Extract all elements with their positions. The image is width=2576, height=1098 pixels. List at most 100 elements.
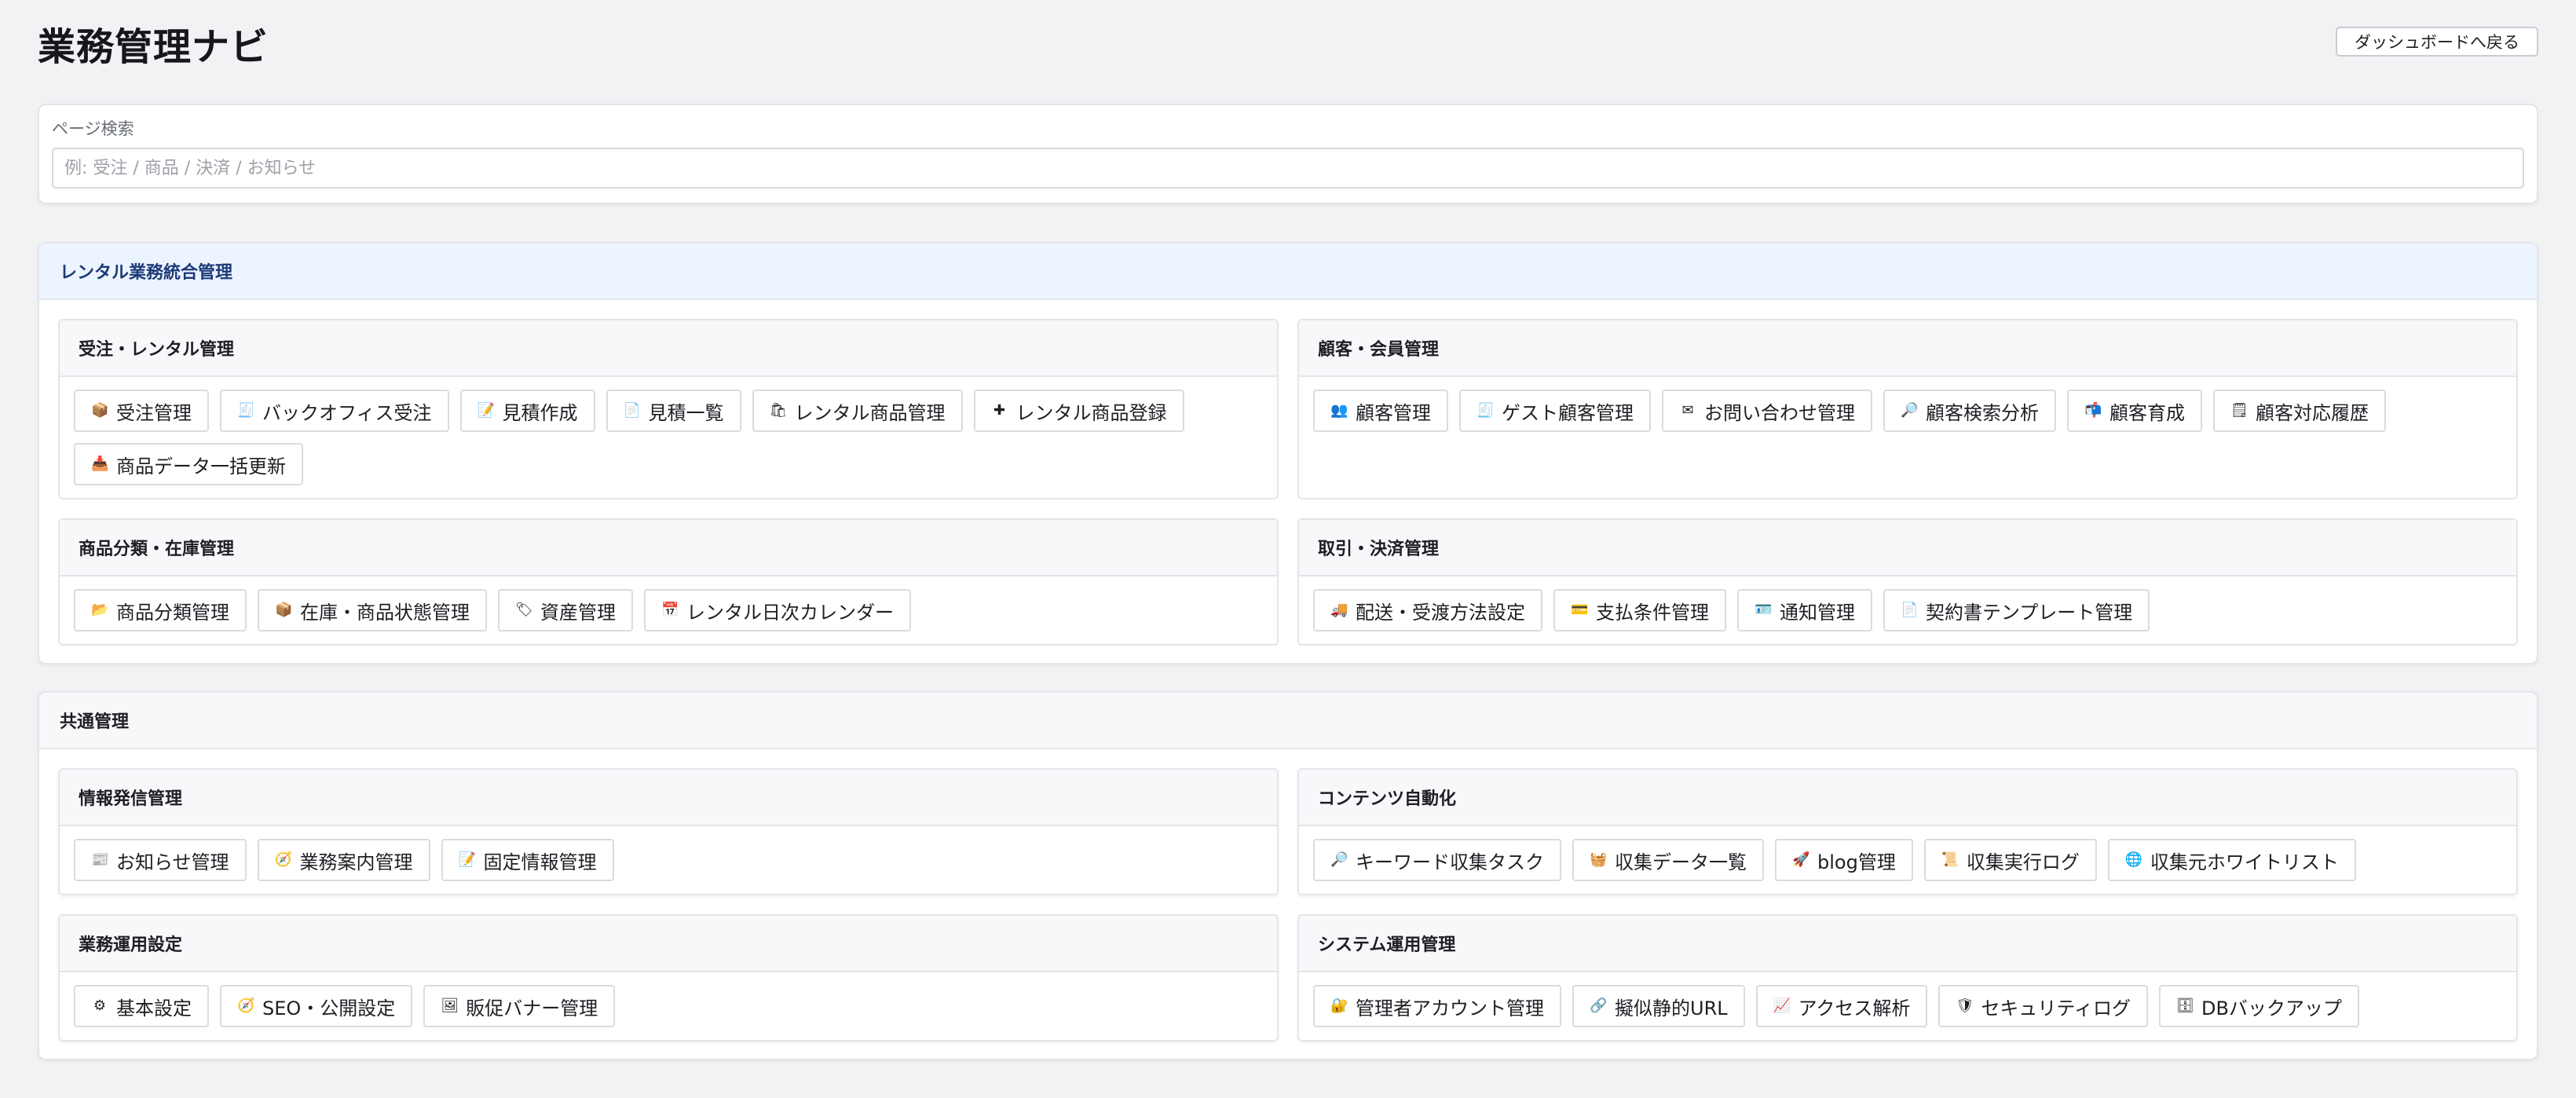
- nav-link-label: 顧客育成: [2109, 401, 2185, 424]
- magnifier-icon: 🔎: [1901, 402, 1919, 419]
- nav-link-label: 見積一覧: [648, 401, 724, 424]
- nav-link-label: バックオフィス受注: [262, 401, 432, 424]
- nav-link-button[interactable]: 🪪 通知管理: [1737, 589, 1872, 631]
- shopping-bag-icon: 🛍: [769, 402, 788, 419]
- nav-link-label: 収集実行ログ: [1966, 851, 2080, 873]
- nav-sections: レンタル業務統合管理 受注・レンタル管理 📦 受注管理 🧾 バックオフィス受注 📝 見積作成 📄…: [38, 242, 2538, 1060]
- nav-link-button[interactable]: ⚙ 基本設定: [74, 985, 209, 1027]
- nav-link-label: 支払条件管理: [1596, 601, 1709, 624]
- nav-link-button[interactable]: 📂 商品分類管理: [74, 589, 247, 631]
- nav-link-button[interactable]: 🔎 顧客検索分析: [1883, 390, 2056, 432]
- nav-link-button[interactable]: 🔐 管理者アカウント管理: [1313, 985, 1561, 1027]
- section-title: レンタル業務統合管理: [39, 243, 2537, 300]
- nav-link-button[interactable]: 🧭 SEO・公開設定: [220, 985, 413, 1027]
- nav-link-label: 顧客管理: [1356, 401, 1431, 424]
- nav-link-button[interactable]: 🛍 レンタル商品管理: [752, 390, 963, 432]
- nav-link-button[interactable]: 📅 レンタル日次カレンダー: [644, 589, 911, 631]
- nav-link-button[interactable]: 🧺 収集データ一覧: [1572, 839, 1764, 881]
- nav-link-button[interactable]: 🧾 バックオフィス受注: [220, 390, 449, 432]
- nav-link-label: 配送・受渡方法設定: [1356, 601, 1525, 624]
- page: 業務管理ナビ ダッシュボードへ戻る ページ検索 レンタル業務統合管理受注・レンタ…: [0, 0, 2576, 1098]
- group-links: 🔎 キーワード収集タスク 🧺 収集データ一覧 🚀 blog管理 📜 収集実行ログ 🌐 収集元ホワイ…: [1299, 826, 2516, 894]
- nav-link-label: 見積作成: [502, 401, 578, 424]
- nav-link-label: DBバックアップ: [2201, 997, 2342, 1019]
- nav-link-button[interactable]: 🧭 業務案内管理: [257, 839, 430, 881]
- nav-link-label: 販促バナー管理: [466, 997, 598, 1019]
- tag-icon: 🏷: [515, 602, 533, 618]
- document-icon: 📄: [1901, 602, 1919, 618]
- nav-link-button[interactable]: 💳 支払条件管理: [1553, 589, 1726, 631]
- section-body: 情報発信管理 📰 お知らせ管理 🧭 業務案内管理 📝 固定情報管理 コンテンツ自動化 🔎 キーワー…: [39, 749, 2537, 1059]
- group-links: 🔐 管理者アカウント管理 🔗 擬似静的URL 📈 アクセス解析 🛡 セキュリティログ 🗄 DBバッ…: [1299, 972, 2516, 1040]
- nav-link-label: 顧客検索分析: [1926, 401, 2039, 424]
- group-links: 👥 顧客管理 🧾 ゲスト顧客管理 ✉ お問い合わせ管理 🔎 顧客検索分析 📬 顧客育成 🗒 顧客対応履…: [1299, 377, 2516, 445]
- users-icon: 👥: [1330, 402, 1348, 419]
- nav-link-button[interactable]: 🔗 擬似静的URL: [1572, 985, 1745, 1027]
- envelope-icon: ✉: [1681, 402, 1694, 419]
- nav-link-button[interactable]: 🛡 セキュリティログ: [1938, 985, 2148, 1027]
- nav-link-button[interactable]: 👥 顧客管理: [1313, 390, 1448, 432]
- nav-link-label: お知らせ管理: [116, 851, 229, 873]
- nav-link-button[interactable]: 📈 アクセス解析: [1755, 985, 1928, 1027]
- group-links: ⚙ 基本設定 🧭 SEO・公開設定 🖼 販促バナー管理: [60, 972, 1277, 1040]
- id-card-icon: 🪪: [1755, 602, 1773, 618]
- nav-link-button[interactable]: 📬 顧客育成: [2067, 390, 2202, 432]
- gear-icon: ⚙: [93, 997, 107, 1014]
- group-title: 商品分類・在庫管理: [60, 520, 1277, 576]
- truck-icon: 🚚: [1330, 602, 1348, 618]
- group-title: 業務運用設定: [60, 916, 1277, 972]
- group-links: 🚚 配送・受渡方法設定 💳 支払条件管理 🪪 通知管理 📄 契約書テンプレート管理: [1299, 576, 2516, 644]
- nav-link-label: レンタル日次カレンダー: [686, 601, 894, 624]
- nav-link-button[interactable]: ✉ お問い合わせ管理: [1662, 390, 1872, 432]
- menu-group: 受注・レンタル管理 📦 受注管理 🧾 バックオフィス受注 📝 見積作成 📄 見積一覧 🛍 レンタル商…: [58, 319, 1279, 500]
- page-search-card: ページ検索: [38, 104, 2538, 204]
- nav-link-button[interactable]: 🌐 収集元ホワイトリスト: [2107, 839, 2356, 881]
- folder-icon: 📂: [91, 602, 109, 618]
- menu-group: 商品分類・在庫管理 📂 商品分類管理 📦 在庫・商品状態管理 🏷 資産管理 📅 レンタル日次カレ…: [58, 518, 1279, 646]
- search-input[interactable]: [52, 148, 2524, 188]
- nav-link-button[interactable]: 🚀 blog管理: [1775, 839, 1913, 881]
- nav-link-label: 商品データ一括更新: [116, 455, 286, 478]
- calendar-icon: 📅: [661, 602, 679, 618]
- chart-icon: 📈: [1773, 997, 1791, 1014]
- nav-link-button[interactable]: 🗒 顧客対応履歴: [2213, 390, 2386, 432]
- nav-link-button[interactable]: 🔎 キーワード収集タスク: [1313, 839, 1561, 881]
- nav-link-button[interactable]: 🚚 配送・受渡方法設定: [1313, 589, 1542, 631]
- nav-link-label: 擬似静的URL: [1615, 997, 1728, 1019]
- nav-link-button[interactable]: 📜 収集実行ログ: [1923, 839, 2097, 881]
- nav-link-button[interactable]: 🏷 資産管理: [498, 589, 633, 631]
- nav-link-button[interactable]: 📝 固定情報管理: [441, 839, 614, 881]
- picture-icon: 🖼: [441, 997, 459, 1014]
- nav-link-label: お問い合わせ管理: [1704, 401, 1855, 424]
- group-links: 📦 受注管理 🧾 バックオフィス受注 📝 見積作成 📄 見積一覧 🛍 レンタル商品管理 ✚ レンタル商…: [60, 377, 1277, 498]
- nav-link-button[interactable]: 📰 お知らせ管理: [74, 839, 247, 881]
- globe-icon: 🌐: [2124, 851, 2143, 868]
- nav-link-button[interactable]: 🧾 ゲスト顧客管理: [1459, 390, 1651, 432]
- menu-group: システム運用管理 🔐 管理者アカウント管理 🔗 擬似静的URL 📈 アクセス解析 🛡 セキュリテ…: [1297, 914, 2518, 1041]
- nav-link-label: レンタル商品登録: [1015, 401, 1167, 424]
- memo-icon: 📝: [477, 402, 495, 419]
- nav-link-button[interactable]: 🖼 販促バナー管理: [423, 985, 616, 1027]
- nav-link-label: 受注管理: [116, 401, 192, 424]
- group-title: コンテンツ自動化: [1299, 770, 2516, 826]
- nav-link-button[interactable]: 📝 見積作成: [459, 390, 595, 432]
- nav-link-button[interactable]: 📥 商品データ一括更新: [74, 443, 303, 485]
- mailbox-icon: 📬: [2084, 402, 2102, 419]
- nav-link-button[interactable]: ✚ レンタル商品登録: [973, 390, 1184, 432]
- nav-link-label: アクセス解析: [1798, 997, 1911, 1019]
- nav-link-button[interactable]: 📄 契約書テンプレート管理: [1883, 589, 2150, 631]
- memo-icon: 📝: [458, 851, 476, 868]
- menu-group: コンテンツ自動化 🔎 キーワード収集タスク 🧺 収集データ一覧 🚀 blog管理 📜 収集実行ロ…: [1297, 768, 2518, 895]
- magnifier-icon: 🔎: [1330, 851, 1348, 868]
- receipt-icon: 🧾: [1476, 402, 1495, 419]
- group-title: 取引・決済管理: [1299, 520, 2516, 576]
- back-to-dashboard-button[interactable]: ダッシュボードへ戻る: [2336, 27, 2538, 57]
- receipt-icon: 🧾: [237, 402, 255, 419]
- notepad-icon: 🗒: [2230, 402, 2249, 419]
- nav-link-button[interactable]: 📦 在庫・商品状態管理: [258, 589, 487, 631]
- menu-group: 情報発信管理 📰 お知らせ管理 🧭 業務案内管理 📝 固定情報管理: [58, 768, 1279, 895]
- nav-link-button[interactable]: 📦 受注管理: [74, 390, 209, 432]
- nav-link-button[interactable]: 📄 見積一覧: [606, 390, 741, 432]
- nav-link-label: 業務案内管理: [299, 851, 413, 873]
- nav-link-button[interactable]: 🗄 DBバックアップ: [2159, 985, 2359, 1027]
